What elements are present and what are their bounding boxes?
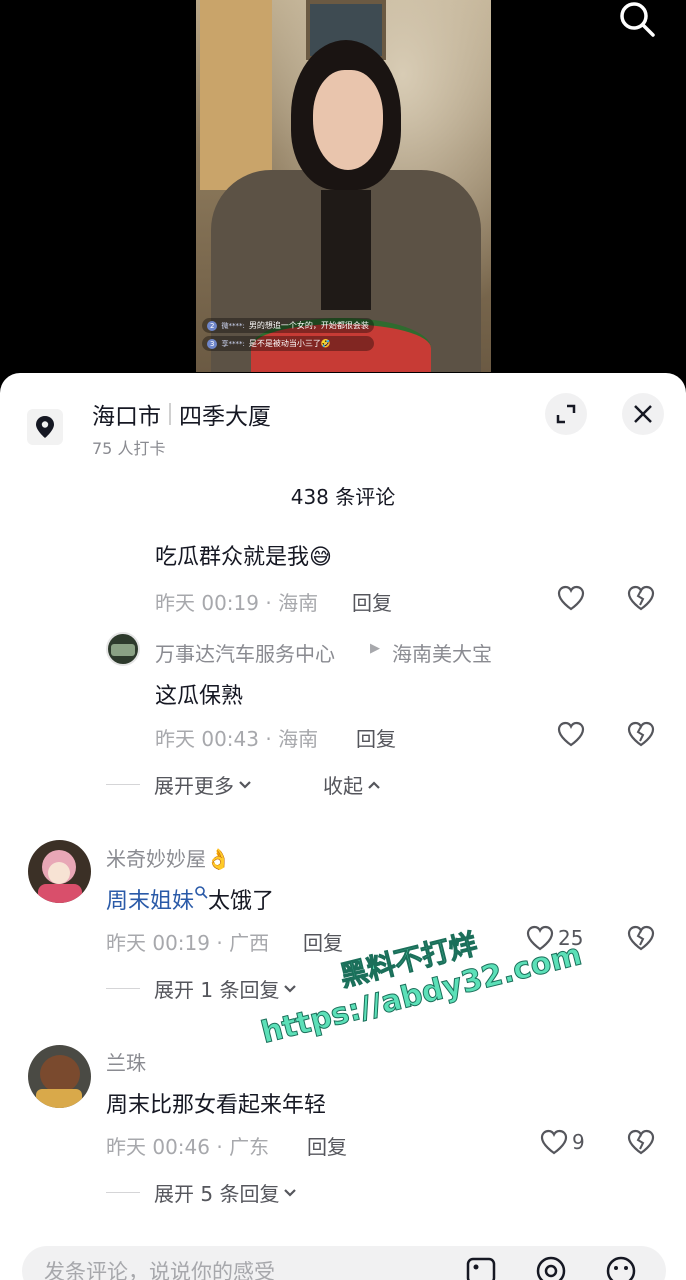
location-pin-icon [27,409,63,445]
comment-body: 太饿了 [208,889,275,914]
checkin-count: 75 人打卡 [92,439,166,458]
divider [106,784,140,785]
fan-level-badge: 3 [207,338,218,349]
collapse-label: 收起 [323,774,363,798]
image-icon[interactable] [464,1254,498,1280]
broken-heart-icon [627,585,655,611]
dislike-button[interactable] [627,925,655,951]
emoji-icon[interactable] [604,1254,638,1280]
dislike-button[interactable] [627,1129,655,1155]
comment-text[interactable]: 这瓜保熟 [155,678,243,710]
comment-input-placeholder: 发条评论，说说你的感受 [44,1260,275,1280]
comment-author[interactable]: 米奇妙妙屋👌 [106,843,231,872]
live-comment-user: 享****: [221,339,245,348]
live-comment-text: 男的想追一个女的，开始都很会装 [248,321,369,330]
reply-button[interactable]: 回复 [352,587,392,616]
collapse-button[interactable]: 收起 [323,770,382,799]
comment-author[interactable]: 万事达汽车服务中心 [155,638,335,667]
live-comment: 2 微****: 男的想追一个女的，开始都很会装 [202,318,374,333]
live-comment-text: 是不是被动当小三了🤣 [248,339,331,348]
location-place: 四季大厦 [179,404,271,430]
close-button[interactable] [622,393,664,435]
location-header[interactable]: 海口市 四季大厦 75 人打卡 [0,373,686,463]
location-title[interactable]: 海口市 四季大厦 [92,397,271,431]
avatar[interactable] [28,840,91,903]
mention-at-icon[interactable] [534,1254,568,1280]
expand-button[interactable] [545,393,587,435]
calligraphy-scroll [200,0,272,190]
broken-heart-icon [627,721,655,747]
location-city: 海口市 [92,404,161,430]
heart-icon [557,721,585,747]
like-button[interactable] [557,721,585,747]
comment-time-location: 昨天 00:19 · 广西 [106,931,270,955]
mention-link[interactable]: 周末姐妹 [106,889,194,914]
comment-text[interactable]: 吃瓜群众就是我😅 [155,539,332,571]
comment-text[interactable]: 周末姐妹 太饿了 [106,883,274,915]
comment-time-location: 昨天 00:46 · 广东 [106,1135,270,1159]
watermark-overlay: 黑料不打烊 https://abdy32.com [248,898,586,1052]
chevron-up-icon [368,780,380,789]
reply-target[interactable]: 海南美大宝 [392,638,492,667]
avatar[interactable] [106,632,140,666]
expand-more-replies[interactable]: 展开更多 [106,770,253,799]
comment-text[interactable]: 周末比那女看起来年轻 [106,1087,326,1119]
comment-author[interactable]: 兰珠 [106,1047,146,1076]
chevron-down-icon [239,780,251,789]
comment-time-location: 昨天 00:43 · 海南 [155,727,319,751]
live-video-frame[interactable]: 2 微****: 男的想追一个女的，开始都很会装 3 享****: 是不是被动当… [196,0,491,372]
heart-icon [557,585,585,611]
reply-arrow-icon: ▶ [370,641,380,656]
divider [169,403,171,425]
broken-heart-icon [627,1129,655,1155]
video-person-face [313,70,383,170]
comment-time-location: 昨天 00:19 · 海南 [155,591,319,615]
divider [106,1192,140,1193]
like-button[interactable]: 9 [540,1129,585,1155]
comment-sheet: 海口市 四季大厦 75 人打卡 438 条评论 吃瓜群众就是我😅 昨天 00:1… [0,373,686,1280]
chevron-down-icon [284,1188,297,1197]
live-comment-user: 微****: [221,321,245,330]
close-icon [634,405,652,423]
comment-count: 438 条评论 [290,485,396,509]
reply-button[interactable]: 回复 [303,927,343,956]
live-comment: 3 享****: 是不是被动当小三了🤣 [202,336,374,351]
comment-input[interactable]: 发条评论，说说你的感受 [22,1246,666,1280]
dislike-button[interactable] [627,721,655,747]
like-count: 9 [572,1130,585,1154]
like-button[interactable] [557,585,585,611]
reply-button[interactable]: 回复 [356,723,396,752]
video-person-shirt [321,190,371,310]
expand-more-label: 展开更多 [154,774,234,798]
avatar[interactable] [28,1045,91,1108]
expand-replies[interactable]: 展开 5 条回复 [106,1178,298,1207]
dislike-button[interactable] [627,585,655,611]
expand-icon [556,404,576,424]
video-area[interactable]: 2 微****: 男的想追一个女的，开始都很会装 3 享****: 是不是被动当… [0,0,686,400]
expand-replies-label: 展开 5 条回复 [154,1182,280,1206]
mention-search-icon [195,886,208,899]
search-icon [620,2,655,37]
reply-button[interactable]: 回复 [307,1131,347,1160]
broken-heart-icon [627,925,655,951]
fan-level-badge: 2 [207,320,218,331]
search-button[interactable] [616,0,658,40]
divider [106,988,140,989]
heart-icon [540,1129,568,1155]
live-comment-overlay: 2 微****: 男的想追一个女的，开始都很会装 3 享****: 是不是被动当… [202,318,374,354]
